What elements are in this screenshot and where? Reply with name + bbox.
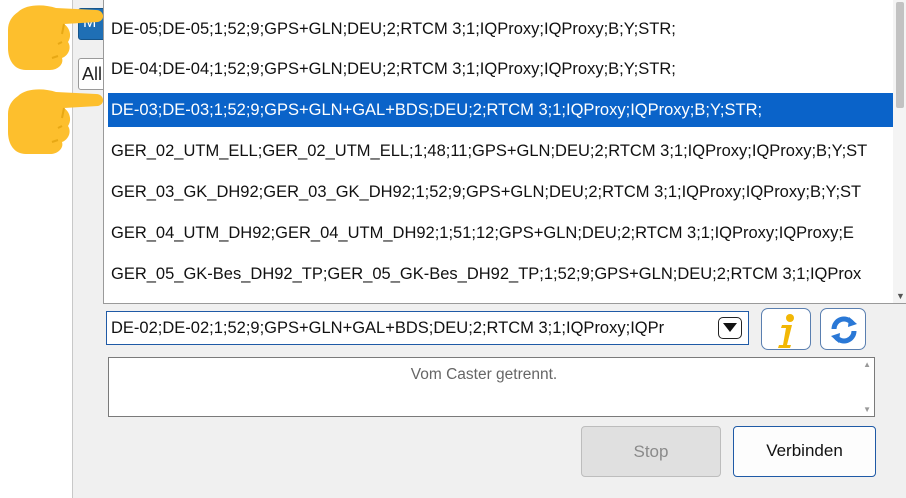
status-message: Vom Caster getrennt. — [410, 366, 558, 383]
combobox-value: DE-02;DE-02;1;52;9;GPS+GLN+GAL+BDS;DEU;2… — [111, 319, 665, 337]
list-item[interactable]: GER_04_UTM_DH92;GER_04_UTM_DH92;1;51;12;… — [108, 216, 897, 250]
pointing-hand-icon — [8, 5, 104, 71]
list-item[interactable]: GER_05_GK-Bes_DH92_TP;GER_05_GK-Bes_DH92… — [108, 257, 897, 291]
mountpoint-dropdown-list[interactable]: DE-05;DE-05;1;52;9;GPS+GLN;DEU;2;RTCM 3;… — [103, 0, 906, 304]
refresh-icon — [831, 316, 857, 344]
scroll-down-arrow-icon[interactable]: ▼ — [863, 405, 871, 414]
scroll-up-arrow-icon[interactable]: ▲ — [863, 360, 871, 369]
stop-button[interactable]: Stop — [581, 426, 721, 477]
chevron-down-icon[interactable] — [718, 317, 742, 339]
list-item-selected[interactable]: DE-03;DE-03;1;52;9;GPS+GLN+GAL+BDS;DEU;2… — [108, 93, 897, 127]
scroll-down-arrow-icon[interactable]: ▼ — [896, 291, 905, 301]
list-item[interactable]: DE-04;DE-04;1;52;9;GPS+GLN;DEU;2;RTCM 3;… — [108, 52, 897, 86]
list-item[interactable]: GER_02_UTM_ELL;GER_02_UTM_ELL;1;48;11;GP… — [108, 134, 897, 168]
window-edge — [72, 0, 73, 498]
list-item[interactable]: GER_03_GK_DH92;GER_03_GK_DH92;1;52;9;GPS… — [108, 175, 897, 209]
status-textarea[interactable]: Vom Caster getrennt. ▲ ▼ — [108, 357, 875, 417]
list-item[interactable]: DE-05;DE-05;1;52;9;GPS+GLN;DEU;2;RTCM 3;… — [108, 12, 897, 46]
scrollbar-thumb[interactable] — [896, 2, 904, 108]
info-button[interactable] — [761, 308, 811, 350]
mountpoint-combobox[interactable]: DE-02;DE-02;1;52;9;GPS+GLN+GAL+BDS;DEU;2… — [106, 311, 749, 345]
refresh-button[interactable] — [820, 308, 866, 350]
pointing-hand-icon — [8, 89, 104, 154]
connect-button[interactable]: Verbinden — [733, 426, 876, 477]
info-icon — [778, 314, 794, 348]
dropdown-scrollbar[interactable]: ▼ — [893, 0, 906, 303]
